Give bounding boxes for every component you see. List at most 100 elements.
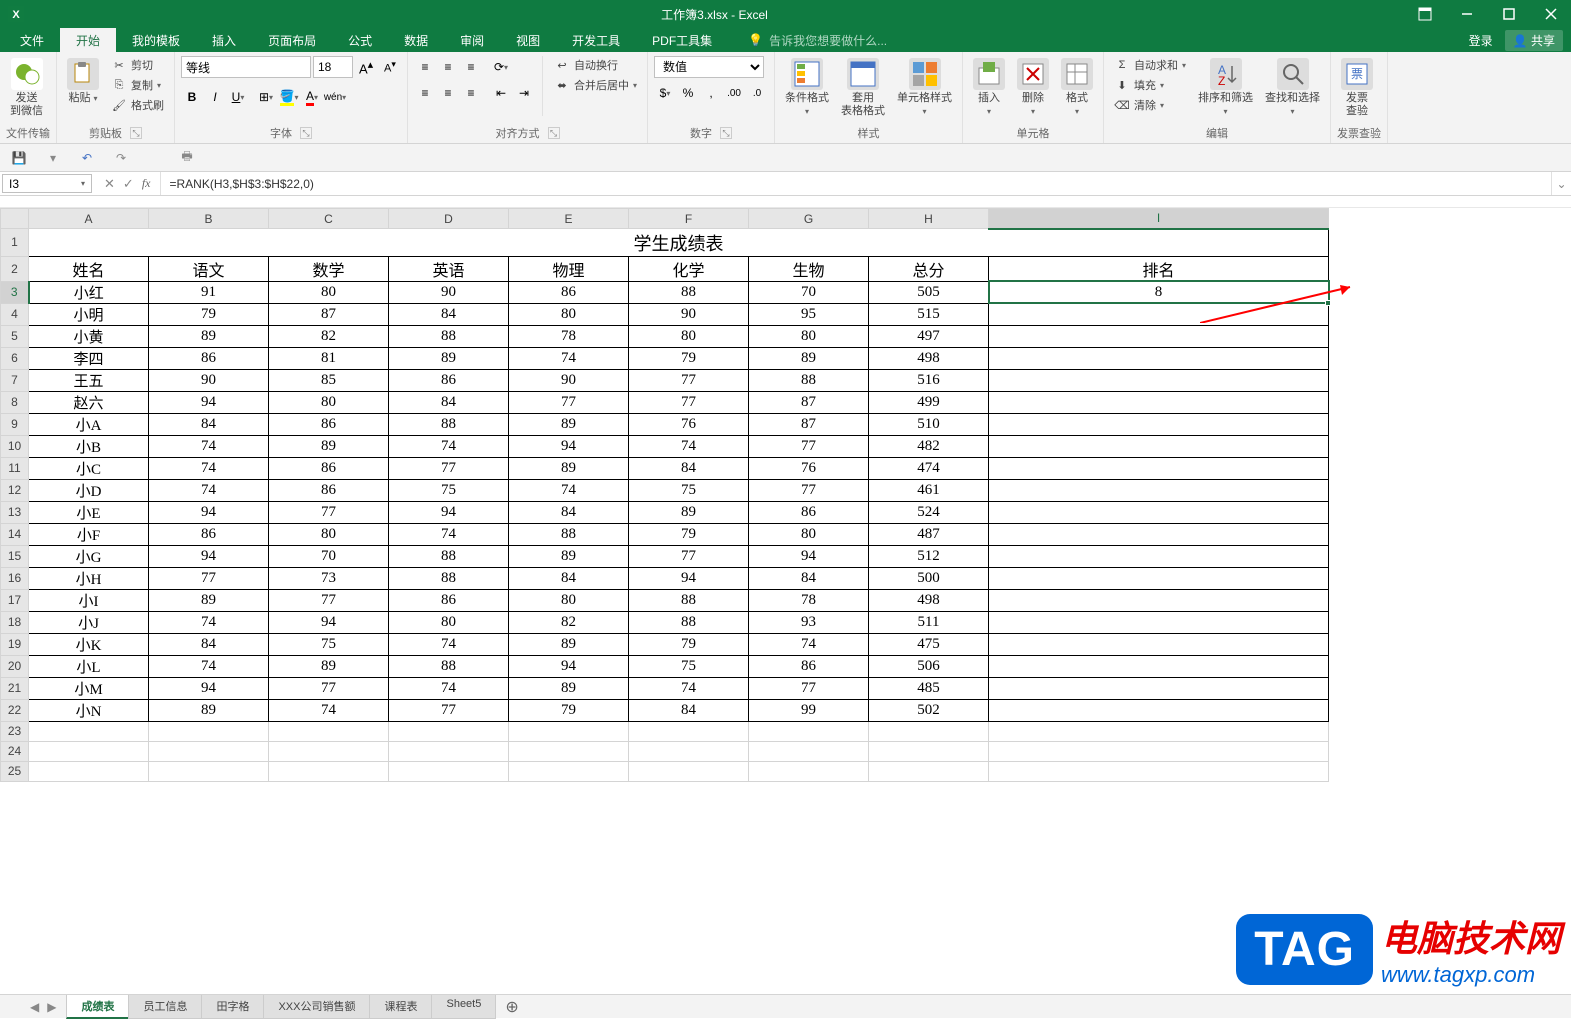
cell-H19[interactable]: 475	[869, 633, 989, 655]
fx-button[interactable]: fx	[142, 176, 151, 191]
underline-button[interactable]: U▾	[227, 86, 249, 108]
cell-G23[interactable]	[749, 721, 869, 741]
merge-center-button[interactable]: ⬌合并后居中 ▾	[550, 76, 641, 94]
align-left-button[interactable]: ≡	[414, 82, 436, 104]
cell-F18[interactable]: 88	[629, 611, 749, 633]
number-format-select[interactable]: 数值	[654, 56, 764, 78]
cell-D22[interactable]: 77	[389, 699, 509, 721]
cell-G7[interactable]: 88	[749, 369, 869, 391]
cell-G6[interactable]: 89	[749, 347, 869, 369]
border-button[interactable]: ⊞▾	[255, 86, 277, 108]
cell-C15[interactable]: 70	[269, 545, 389, 567]
cell-A11[interactable]: 小C	[29, 457, 149, 479]
cell-I12[interactable]	[989, 479, 1329, 501]
row-header-12[interactable]: 12	[1, 479, 29, 501]
font-name-select[interactable]	[181, 56, 311, 78]
cell-E20[interactable]: 94	[509, 655, 629, 677]
cell-B3[interactable]: 91	[149, 281, 269, 303]
row-header-21[interactable]: 21	[1, 677, 29, 699]
cell-F9[interactable]: 76	[629, 413, 749, 435]
accept-formula-button[interactable]: ✓	[123, 176, 134, 192]
cell-E22[interactable]: 79	[509, 699, 629, 721]
cell-E16[interactable]: 84	[509, 567, 629, 589]
cell-G10[interactable]: 77	[749, 435, 869, 457]
cell-H18[interactable]: 511	[869, 611, 989, 633]
cell-B23[interactable]	[149, 721, 269, 741]
cell-I14[interactable]	[989, 523, 1329, 545]
cell-B10[interactable]: 74	[149, 435, 269, 457]
cell-B20[interactable]: 74	[149, 655, 269, 677]
cell-F13[interactable]: 89	[629, 501, 749, 523]
cell-F25[interactable]	[629, 761, 749, 781]
cell-H11[interactable]: 474	[869, 457, 989, 479]
indent-decrease-button[interactable]: ⇤	[490, 82, 512, 104]
cell-F20[interactable]: 75	[629, 655, 749, 677]
cell-E12[interactable]: 74	[509, 479, 629, 501]
cell-E8[interactable]: 77	[509, 391, 629, 413]
undo-button[interactable]: ↶	[76, 147, 98, 169]
cell-C20[interactable]: 89	[269, 655, 389, 677]
cell-B12[interactable]: 74	[149, 479, 269, 501]
cell-E10[interactable]: 94	[509, 435, 629, 457]
tab-review[interactable]: 审阅	[444, 28, 500, 53]
tab-layout[interactable]: 页面布局	[252, 28, 332, 53]
row-header-17[interactable]: 17	[1, 589, 29, 611]
cell-header-A[interactable]: 姓名	[29, 256, 149, 281]
qat-more-button[interactable]: ▾	[42, 147, 64, 169]
cell-F7[interactable]: 77	[629, 369, 749, 391]
cell-G20[interactable]: 86	[749, 655, 869, 677]
cell-F11[interactable]: 84	[629, 457, 749, 479]
cell-E19[interactable]: 89	[509, 633, 629, 655]
cell-H9[interactable]: 510	[869, 413, 989, 435]
row-header-22[interactable]: 22	[1, 699, 29, 721]
cell-C6[interactable]: 81	[269, 347, 389, 369]
cell-header-C[interactable]: 数学	[269, 256, 389, 281]
formula-expand-button[interactable]: ⌄	[1551, 172, 1571, 195]
cell-A3[interactable]: 小红	[29, 281, 149, 303]
cell-B24[interactable]	[149, 741, 269, 761]
cell-H21[interactable]: 485	[869, 677, 989, 699]
cell-G17[interactable]: 78	[749, 589, 869, 611]
cell-F3[interactable]: 88	[629, 281, 749, 303]
cell-C7[interactable]: 85	[269, 369, 389, 391]
col-header-D[interactable]: D	[389, 209, 509, 229]
cell-I15[interactable]	[989, 545, 1329, 567]
cell-D4[interactable]: 84	[389, 303, 509, 325]
conditional-format-button[interactable]: 条件格式▾	[781, 56, 833, 120]
tab-developer[interactable]: 开发工具	[556, 28, 636, 53]
cell-C23[interactable]	[269, 721, 389, 741]
cell-H20[interactable]: 506	[869, 655, 989, 677]
align-center-button[interactable]: ≡	[437, 82, 459, 104]
sheet-tab-5[interactable]: Sheet5	[431, 995, 496, 1019]
cell-G12[interactable]: 77	[749, 479, 869, 501]
cell-I4[interactable]	[989, 303, 1329, 325]
format-table-button[interactable]: 套用 表格格式	[837, 56, 889, 120]
cell-header-H[interactable]: 总分	[869, 256, 989, 281]
cell-A4[interactable]: 小明	[29, 303, 149, 325]
cell-F23[interactable]	[629, 721, 749, 741]
cell-C4[interactable]: 87	[269, 303, 389, 325]
cell-D24[interactable]	[389, 741, 509, 761]
fill-handle[interactable]	[1325, 300, 1331, 306]
align-middle-button[interactable]: ≡	[437, 56, 459, 78]
cell-H14[interactable]: 487	[869, 523, 989, 545]
cell-F8[interactable]: 77	[629, 391, 749, 413]
cell-I20[interactable]	[989, 655, 1329, 677]
autosum-button[interactable]: Σ自动求和 ▾	[1110, 56, 1190, 74]
cell-E17[interactable]: 80	[509, 589, 629, 611]
cell-D19[interactable]: 74	[389, 633, 509, 655]
cell-B22[interactable]: 89	[149, 699, 269, 721]
cell-H25[interactable]	[869, 761, 989, 781]
cell-F6[interactable]: 79	[629, 347, 749, 369]
cell-E24[interactable]	[509, 741, 629, 761]
col-header-C[interactable]: C	[269, 209, 389, 229]
row-header-18[interactable]: 18	[1, 611, 29, 633]
cell-C24[interactable]	[269, 741, 389, 761]
cell-I24[interactable]	[989, 741, 1329, 761]
print-button[interactable]: 🖶	[176, 147, 198, 169]
cell-I22[interactable]	[989, 699, 1329, 721]
cell-I21[interactable]	[989, 677, 1329, 699]
cell-I8[interactable]	[989, 391, 1329, 413]
cell-C5[interactable]: 82	[269, 325, 389, 347]
cell-D10[interactable]: 74	[389, 435, 509, 457]
